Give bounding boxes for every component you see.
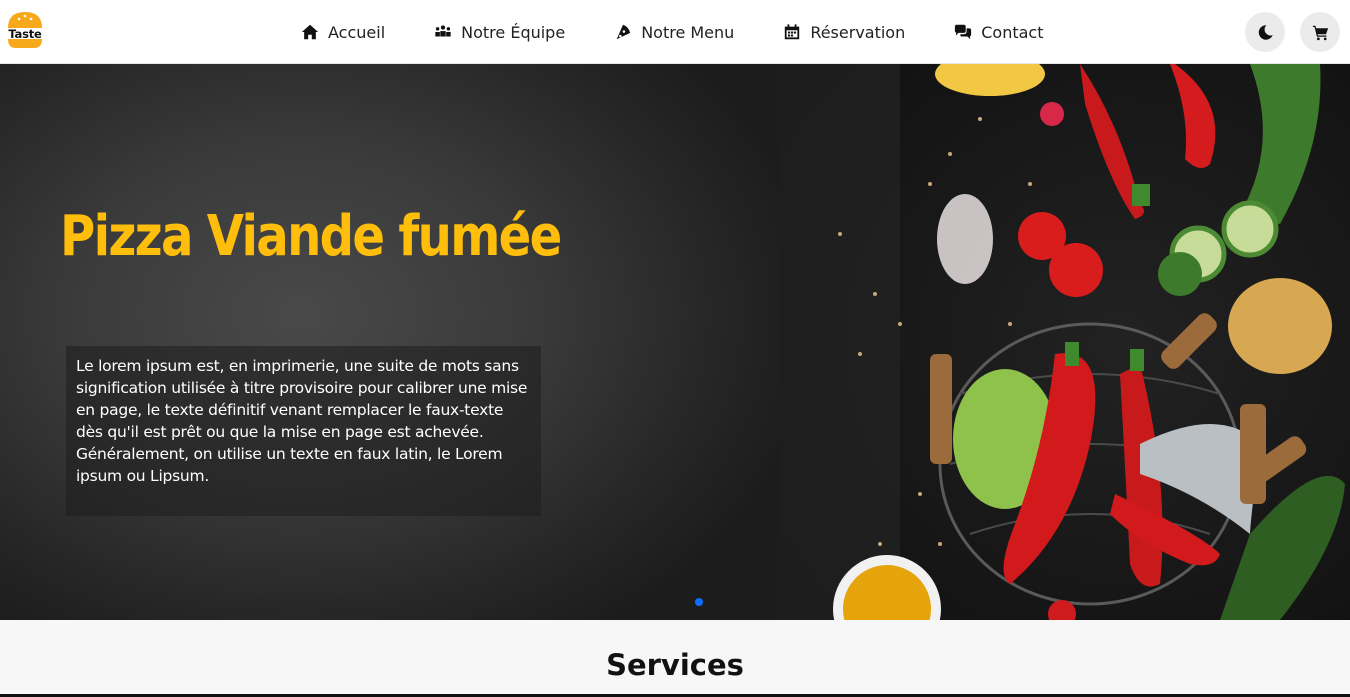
carousel-indicator-dot[interactable] (695, 598, 703, 606)
team-icon (433, 22, 453, 42)
chat-icon (953, 22, 973, 42)
logo-text: Taste (8, 27, 42, 41)
hero-title: Pizza Viande fumée (60, 204, 562, 269)
nav-label-contact: Contact (981, 22, 1044, 42)
nav-item-equipe[interactable]: Notre Équipe (433, 0, 565, 64)
navbar: Taste Accueil Notre Équipe Notre Menu Ré… (0, 0, 1350, 64)
nav-label-equipe: Notre Équipe (461, 22, 566, 42)
nav-item-menu[interactable]: Notre Menu (613, 0, 734, 64)
nav-item-contact[interactable]: Contact (953, 0, 1043, 64)
calendar-icon (782, 22, 802, 42)
cart-icon (1312, 25, 1328, 40)
hero-carousel: Pizza Viande fumée Le lorem ipsum est, e… (0, 64, 1350, 620)
nav-label-menu: Notre Menu (641, 22, 735, 42)
main-nav: Accueil Notre Équipe Notre Menu Réservat… (300, 0, 1043, 64)
home-icon (300, 22, 320, 42)
vegetables-image (780, 64, 1350, 620)
nav-label-reservation: Réservation (810, 22, 906, 42)
pizza-icon (613, 22, 633, 42)
theme-toggle-button[interactable] (1245, 12, 1285, 52)
hero-text-box: Le lorem ipsum est, en imprimerie, une s… (66, 346, 541, 516)
services-heading: Services (606, 648, 744, 682)
moon-icon (1258, 24, 1273, 40)
hero-description: Le lorem ipsum est, en imprimerie, une s… (76, 357, 528, 485)
nav-item-accueil[interactable]: Accueil (300, 0, 385, 64)
cart-button[interactable] (1300, 12, 1340, 52)
nav-label-accueil: Accueil (328, 22, 386, 42)
logo[interactable]: Taste (4, 8, 46, 50)
nav-item-reservation[interactable]: Réservation (782, 0, 905, 64)
